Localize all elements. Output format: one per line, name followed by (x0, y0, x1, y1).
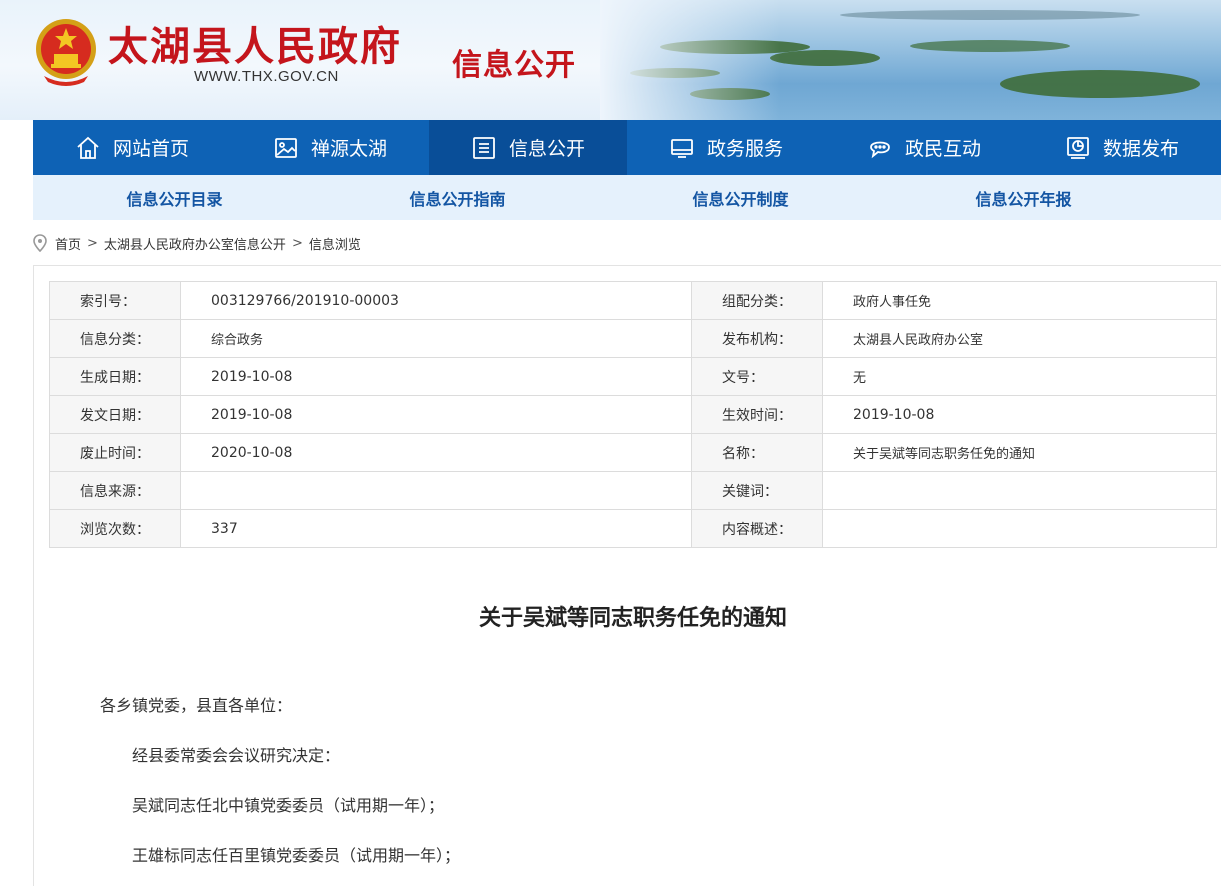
meta-label: 信息来源： (49, 471, 181, 510)
meta-label: 索引号： (49, 281, 181, 320)
article-paragraph: 吴斌同志任北中镇党委委员（试用期一年）； (132, 796, 445, 815)
main-nav: 网站首页 禅源太湖 信息公开 政务服务 政民互动 数据发布 (33, 120, 1221, 175)
article-title: 关于吴斌等同志职务任免的通知 (478, 606, 787, 631)
table-row: 生成日期： 2019-10-08 文号： 无 (49, 357, 1217, 396)
list-icon (471, 135, 497, 161)
breadcrumb-unit[interactable]: 太湖县人民政府办公室信息公开 (104, 234, 286, 253)
info-meta-table: 索引号： 003129766/201910-00003 组配分类： 政府人事任免… (49, 281, 1217, 548)
table-row: 信息分类： 综合政务 发布机构： 太湖县人民政府办公室 (49, 319, 1217, 358)
meta-label: 关键词： (691, 471, 823, 510)
nav-item-chanyuan[interactable]: 禅源太湖 (231, 120, 429, 175)
meta-label: 组配分类： (691, 281, 823, 320)
breadcrumb-separator: > (291, 235, 303, 251)
chat-icon (867, 135, 893, 161)
meta-value: 2020-10-08 (180, 433, 692, 472)
meta-value (822, 509, 1217, 548)
table-row: 浏览次数： 337 内容概述： (49, 509, 1217, 548)
location-pin-icon (33, 234, 47, 252)
home-icon (75, 135, 101, 161)
meta-label: 发文日期： (49, 395, 181, 434)
meta-label: 生效时间： (691, 395, 823, 434)
sub-nav-annual-report[interactable]: 信息公开年报 (882, 175, 1165, 220)
nav-label: 政务服务 (706, 138, 783, 160)
table-row: 信息来源： 关键词： (49, 471, 1217, 510)
site-title: 太湖县人民政府 (108, 23, 402, 70)
meta-value: 无 (822, 357, 1217, 396)
sub-nav-system[interactable]: 信息公开制度 (599, 175, 882, 220)
nav-label: 信息公开 (508, 138, 585, 160)
meta-value: 关于吴斌等同志职务任免的通知 (822, 433, 1217, 472)
breadcrumb-home[interactable]: 首页 (55, 234, 81, 253)
meta-value: 003129766/201910-00003 (180, 281, 692, 320)
nav-item-gov-service[interactable]: 政务服务 (627, 120, 825, 175)
nav-label: 数据发布 (1102, 138, 1179, 160)
sub-nav-catalog[interactable]: 信息公开目录 (33, 175, 316, 220)
breadcrumb-separator: > (87, 235, 98, 251)
meta-value: 综合政务 (180, 319, 692, 358)
chart-icon (1065, 135, 1091, 161)
sub-nav: 信息公开目录 信息公开指南 信息公开制度 信息公开年报 (33, 175, 1221, 220)
meta-value: 2019-10-08 (180, 357, 692, 396)
nav-label: 禅源太湖 (310, 138, 387, 160)
meta-label: 生成日期： (49, 357, 181, 396)
breadcrumb: 首页 > 太湖县人民政府办公室信息公开 > 信息浏览 (33, 232, 361, 254)
sub-nav-guide[interactable]: 信息公开指南 (316, 175, 599, 220)
article-salutation: 各乡镇党委，县直各单位： (100, 696, 293, 715)
meta-label: 浏览次数： (49, 509, 181, 548)
article-paragraph: 王雄标同志任百里镇党委委员（试用期一年）； (132, 846, 461, 865)
meta-value: 2019-10-08 (180, 395, 692, 434)
nav-item-info-public[interactable]: 信息公开 (429, 120, 627, 175)
meta-value: 337 (180, 509, 692, 548)
meta-label: 发布机构： (691, 319, 823, 358)
section-title: 信息公开 (452, 48, 576, 83)
nav-item-interaction[interactable]: 政民互动 (825, 120, 1023, 175)
meta-value: 2019-10-08 (822, 395, 1217, 434)
meta-label: 内容概述： (691, 509, 823, 548)
national-emblem-icon (36, 19, 96, 86)
table-row: 发文日期： 2019-10-08 生效时间： 2019-10-08 (49, 395, 1217, 434)
meta-value: 政府人事任免 (822, 281, 1217, 320)
nav-item-home[interactable]: 网站首页 (33, 120, 231, 175)
monitor-icon (669, 135, 695, 161)
site-url: WWW.THX.GOV.CN (194, 68, 339, 85)
nav-label: 网站首页 (112, 138, 189, 160)
breadcrumb-current: 信息浏览 (308, 237, 361, 253)
table-row: 索引号： 003129766/201910-00003 组配分类： 政府人事任免 (49, 281, 1217, 320)
picture-icon (273, 135, 299, 161)
meta-label: 名称： (691, 433, 823, 472)
meta-value (822, 471, 1217, 510)
article-paragraph: 经县委常委会会议研究决定： (132, 746, 341, 765)
meta-label: 文号： (691, 357, 823, 396)
site-header: 太湖县人民政府 WWW.THX.GOV.CN 信息公开 (0, 0, 1221, 120)
nav-label: 政民互动 (904, 138, 981, 160)
nav-item-data-release[interactable]: 数据发布 (1023, 120, 1221, 175)
table-row: 废止时间： 2020-10-08 名称： 关于吴斌等同志职务任免的通知 (49, 433, 1217, 472)
meta-value: 太湖县人民政府办公室 (822, 319, 1217, 358)
meta-label: 信息分类： (49, 319, 181, 358)
meta-label: 废止时间： (49, 433, 181, 472)
meta-value (180, 471, 692, 510)
